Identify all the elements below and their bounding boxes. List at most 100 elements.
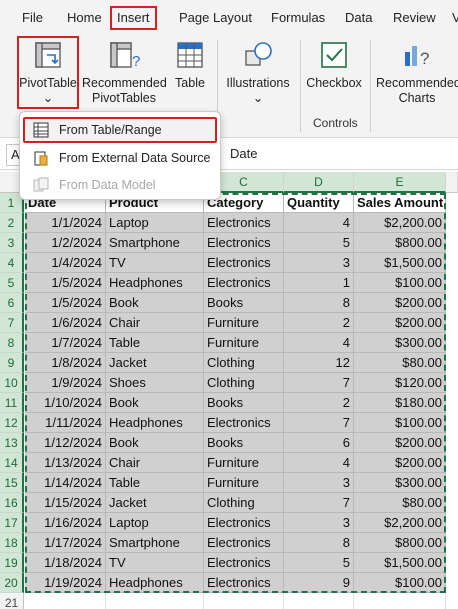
row-header-15[interactable]: 15 (0, 473, 24, 493)
data-cell[interactable]: TV (106, 253, 204, 273)
tab-data[interactable]: Data (343, 6, 374, 30)
column-header-f[interactable] (446, 172, 458, 193)
data-cell[interactable]: $100.00 (354, 573, 446, 593)
data-cell[interactable]: Books (204, 393, 284, 413)
data-cell[interactable]: 1/19/2024 (25, 573, 106, 593)
data-cell[interactable]: 3 (284, 473, 354, 493)
data-cell[interactable]: 1/6/2024 (25, 313, 106, 333)
data-cell[interactable]: Electronics (204, 553, 284, 573)
recommended-charts-button[interactable]: ? Recommended Charts (376, 40, 458, 106)
data-cell[interactable]: 5 (284, 233, 354, 253)
data-cell[interactable]: 3 (284, 513, 354, 533)
data-cell[interactable]: 2 (284, 393, 354, 413)
row-header-3[interactable]: 3 (0, 233, 24, 253)
data-cell[interactable]: Table (106, 333, 204, 353)
tab-formulas[interactable]: Formulas (269, 6, 327, 30)
data-cell[interactable]: Laptop (106, 513, 204, 533)
data-cell[interactable]: Books (204, 433, 284, 453)
data-cell[interactable]: $100.00 (354, 413, 446, 433)
data-cell[interactable]: Electronics (204, 253, 284, 273)
row-header-5[interactable]: 5 (0, 273, 24, 293)
data-cell[interactable]: Headphones (106, 573, 204, 593)
data-cell[interactable]: $200.00 (354, 293, 446, 313)
data-cell[interactable]: 1/12/2024 (25, 433, 106, 453)
row-header-8[interactable]: 8 (0, 333, 24, 353)
data-cell[interactable] (204, 593, 284, 609)
data-cell[interactable]: Jacket (106, 493, 204, 513)
formula-value[interactable]: Date (230, 146, 257, 161)
data-cell[interactable]: 7 (284, 493, 354, 513)
data-cell[interactable]: 1/5/2024 (25, 293, 106, 313)
data-cell[interactable]: 1/17/2024 (25, 533, 106, 553)
data-cell[interactable]: $100.00 (354, 273, 446, 293)
data-cell[interactable]: $80.00 (354, 353, 446, 373)
data-cell[interactable]: Electronics (204, 513, 284, 533)
data-cell[interactable]: 12 (284, 353, 354, 373)
data-cell[interactable]: Furniture (204, 453, 284, 473)
illustrations-button[interactable]: Illustrations ⌄ (222, 40, 294, 106)
data-cell[interactable]: Chair (106, 453, 204, 473)
data-cell[interactable]: 1/8/2024 (25, 353, 106, 373)
data-cell[interactable]: 1/13/2024 (25, 453, 106, 473)
data-cell[interactable]: 1/1/2024 (25, 213, 106, 233)
data-cell[interactable]: Headphones (106, 413, 204, 433)
data-cell[interactable]: Furniture (204, 473, 284, 493)
data-cell[interactable]: 1/11/2024 (25, 413, 106, 433)
data-cell[interactable]: $800.00 (354, 233, 446, 253)
row-header-11[interactable]: 11 (0, 393, 24, 413)
data-cell[interactable]: Chair (106, 313, 204, 333)
data-cell[interactable]: $200.00 (354, 313, 446, 333)
header-cell[interactable]: Sales Amount (354, 193, 446, 213)
header-cell[interactable]: Quantity (284, 193, 354, 213)
data-cell[interactable]: $1,500.00 (354, 553, 446, 573)
data-cell[interactable]: $180.00 (354, 393, 446, 413)
data-cell[interactable]: $200.00 (354, 453, 446, 473)
row-header-21[interactable]: 21 (0, 593, 24, 609)
data-cell[interactable]: Table (106, 473, 204, 493)
data-cell[interactable]: Book (106, 393, 204, 413)
data-cell[interactable]: Book (106, 433, 204, 453)
data-cell[interactable]: Electronics (204, 233, 284, 253)
data-cell[interactable]: 2 (284, 313, 354, 333)
data-cell[interactable]: Smartphone (106, 233, 204, 253)
data-cell[interactable]: Smartphone (106, 533, 204, 553)
row-header-13[interactable]: 13 (0, 433, 24, 453)
data-cell[interactable]: Clothing (204, 493, 284, 513)
data-cell[interactable]: Headphones (106, 273, 204, 293)
data-cell[interactable]: 8 (284, 293, 354, 313)
menu-item-from-external-data-source[interactable]: From External Data Source (23, 145, 217, 171)
row-header-16[interactable]: 16 (0, 493, 24, 513)
data-cell[interactable]: Shoes (106, 373, 204, 393)
tab-page-layout[interactable]: Page Layout (177, 6, 254, 30)
data-cell[interactable]: $2,200.00 (354, 513, 446, 533)
row-header-18[interactable]: 18 (0, 533, 24, 553)
data-cell[interactable]: 3 (284, 253, 354, 273)
data-cell[interactable]: $300.00 (354, 333, 446, 353)
data-cell[interactable]: 4 (284, 453, 354, 473)
data-cell[interactable]: 1/14/2024 (25, 473, 106, 493)
data-cell[interactable]: Jacket (106, 353, 204, 373)
row-header-6[interactable]: 6 (0, 293, 24, 313)
data-cell[interactable]: 5 (284, 553, 354, 573)
worksheet-grid[interactable]: ABCDE1DateProductCategoryQuantitySales A… (0, 172, 458, 609)
data-cell[interactable]: Furniture (204, 333, 284, 353)
data-cell[interactable]: 1/7/2024 (25, 333, 106, 353)
data-cell[interactable]: $800.00 (354, 533, 446, 553)
data-cell[interactable]: Clothing (204, 353, 284, 373)
data-cell[interactable]: $120.00 (354, 373, 446, 393)
data-cell[interactable] (25, 593, 106, 609)
row-header-7[interactable]: 7 (0, 313, 24, 333)
data-cell[interactable] (284, 593, 354, 609)
table-button[interactable]: Table (170, 40, 210, 91)
recommended-pivottables-button[interactable]: ? Recommended PivotTables (82, 40, 167, 106)
data-cell[interactable]: 1/2/2024 (25, 233, 106, 253)
data-cell[interactable]: Electronics (204, 573, 284, 593)
data-cell[interactable]: 1/10/2024 (25, 393, 106, 413)
data-cell[interactable]: 7 (284, 373, 354, 393)
data-cell[interactable]: 1/16/2024 (25, 513, 106, 533)
row-header-14[interactable]: 14 (0, 453, 24, 473)
tab-review[interactable]: Review (391, 6, 438, 30)
data-cell[interactable]: 1/18/2024 (25, 553, 106, 573)
data-cell[interactable]: Book (106, 293, 204, 313)
data-cell[interactable]: 4 (284, 333, 354, 353)
